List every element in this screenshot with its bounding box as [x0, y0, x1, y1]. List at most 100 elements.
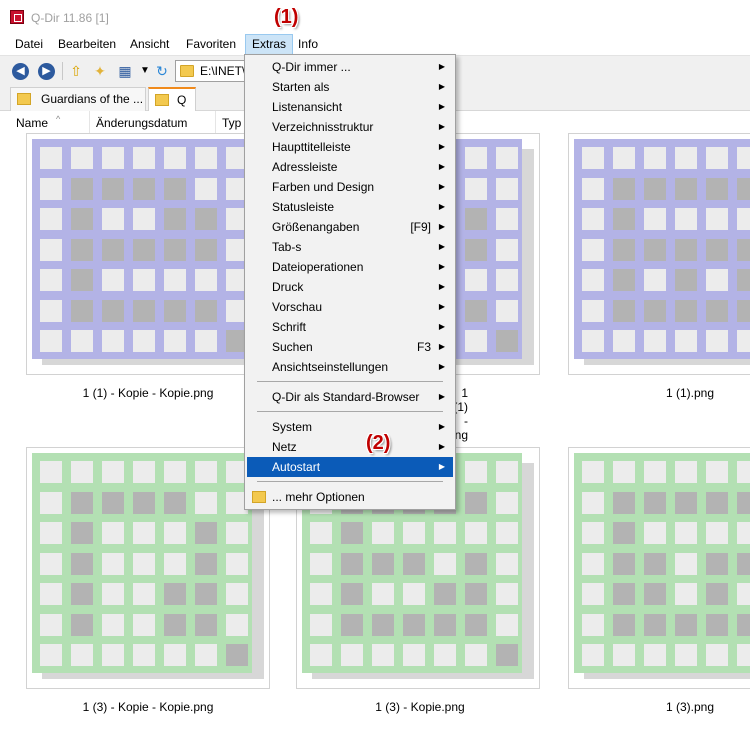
menu-item-druck[interactable]: Druck ▶: [247, 277, 453, 297]
image-cell: [195, 208, 217, 230]
image-cell: [675, 644, 697, 666]
image-cell: [372, 644, 394, 666]
image-cell: [226, 552, 248, 575]
image-cell: [496, 238, 518, 261]
file-name[interactable]: 1 (3) - Kopie.png: [300, 700, 540, 714]
menu-extras[interactable]: Extras: [245, 34, 294, 55]
image-cell: [226, 522, 248, 544]
image-cell: [644, 299, 666, 322]
image-cell: [40, 522, 62, 544]
menu-item-farben-und-design[interactable]: Farben und Design ▶: [247, 177, 453, 197]
image-preview: [32, 453, 252, 673]
image-cell: [613, 583, 635, 605]
view-mode-icon[interactable]: ▦: [116, 62, 134, 80]
image-cell: [341, 552, 363, 575]
menu-item-schrift[interactable]: Schrift ▶: [247, 317, 453, 337]
sort-ascending-icon: ^: [56, 114, 61, 124]
menu-bar: Datei Bearbeiten Ansicht Favoriten Extra…: [0, 34, 750, 55]
image-cell: [675, 522, 697, 544]
new-folder-icon[interactable]: ✦: [91, 62, 109, 80]
image-cell: [164, 552, 186, 575]
image-cell: [496, 147, 518, 169]
menu-item-autostart[interactable]: Autostart ▶: [247, 457, 453, 477]
menu-item-listenansicht[interactable]: Listenansicht ▶: [247, 97, 453, 117]
address-bar[interactable]: E:\INET\S: [175, 60, 255, 82]
image-cell: [706, 552, 728, 575]
image-cell: [195, 552, 217, 575]
column-name[interactable]: Name ^: [10, 111, 90, 135]
menu-item-tab-s[interactable]: Tab-s ▶: [247, 237, 453, 257]
file-thumbnail[interactable]: [568, 447, 750, 691]
image-cell: [706, 208, 728, 230]
menu-datei[interactable]: Datei: [9, 34, 49, 55]
view-dropdown-icon[interactable]: ▼: [136, 62, 154, 80]
menu-item-suchen[interactable]: Suchen F3 ▶: [247, 337, 453, 357]
menu-item-mehr-optionen[interactable]: ... mehr Optionen: [247, 487, 453, 507]
image-cell: [102, 330, 124, 352]
menu-item-label: Haupttitelleiste: [272, 140, 351, 154]
submenu-arrow-icon: ▶: [438, 62, 445, 71]
image-cell: [133, 147, 155, 169]
menu-item-system[interactable]: System ▶: [247, 417, 453, 437]
image-cell: [737, 461, 750, 483]
folder-icon: [155, 94, 169, 106]
menu-item-q-dir-als-standard-browser[interactable]: Q-Dir als Standard-Browser ▶: [247, 387, 453, 407]
tab-guardians[interactable]: Guardians of the ...: [10, 87, 146, 111]
image-cell: [164, 330, 186, 352]
tab-q[interactable]: Q: [148, 87, 196, 111]
tab-label: Q: [177, 93, 187, 107]
image-cell: [71, 491, 93, 514]
image-cell: [465, 583, 487, 605]
menu-item-q-dir-immer[interactable]: Q-Dir immer ... ▶: [247, 57, 453, 77]
menu-info[interactable]: Info: [292, 34, 324, 55]
refresh-icon[interactable]: ↻: [153, 62, 171, 80]
image-cell: [644, 208, 666, 230]
image-cell: [706, 522, 728, 544]
image-cell: [582, 299, 604, 322]
forward-icon[interactable]: ▶: [38, 63, 55, 80]
menu-item-haupttitelleiste[interactable]: Haupttitelleiste ▶: [247, 137, 453, 157]
menu-item-ansichtseinstellungen[interactable]: Ansichtseinstellungen ▶: [247, 357, 453, 377]
image-cell: [496, 208, 518, 230]
file-name[interactable]: 1 (3) - Kopie - Kopie.png: [28, 700, 268, 714]
menu-item-statusleiste[interactable]: Statusleiste ▶: [247, 197, 453, 217]
menu-item-starten-als[interactable]: Starten als ▶: [247, 77, 453, 97]
image-cell: [675, 461, 697, 483]
menu-item-verzeichnisstruktur[interactable]: Verzeichnisstruktur ▶: [247, 117, 453, 137]
column-date[interactable]: Änderungsdatum: [90, 111, 216, 135]
file-thumbnail[interactable]: [568, 133, 750, 377]
image-cell: [644, 644, 666, 666]
folder-icon: [252, 491, 266, 503]
file-name[interactable]: 1 (1) - Kopie - Kopie.png: [28, 386, 268, 400]
menu-favoriten[interactable]: Favoriten: [180, 34, 242, 55]
menu-item-netz[interactable]: Netz ▶: [247, 437, 453, 457]
image-cell: [706, 299, 728, 322]
image-cell: [195, 491, 217, 514]
image-cell: [737, 613, 750, 636]
image-cell: [737, 644, 750, 666]
image-cell: [195, 238, 217, 261]
image-cell: [133, 522, 155, 544]
image-cell: [226, 613, 248, 636]
menu-item-label: Tab-s: [272, 240, 302, 254]
menu-item-label: Q-Dir als Standard-Browser: [272, 390, 420, 404]
menu-item-vorschau[interactable]: Vorschau ▶: [247, 297, 453, 317]
file-thumbnail[interactable]: [26, 447, 276, 691]
menu-item-label: Netz: [272, 440, 297, 454]
image-cell: [644, 269, 666, 291]
menu-item-dateioperationen[interactable]: Dateioperationen ▶: [247, 257, 453, 277]
menu-ansicht[interactable]: Ansicht: [124, 34, 175, 55]
image-cell: [195, 330, 217, 352]
image-cell: [40, 583, 62, 605]
menu-item-größenangaben[interactable]: Größenangaben [F9] ▶: [247, 217, 453, 237]
folder-up-icon[interactable]: ⇧: [67, 62, 85, 80]
back-icon[interactable]: ◀: [12, 63, 29, 80]
image-cell: [164, 583, 186, 605]
file-name[interactable]: 1 (1).png: [570, 386, 750, 400]
file-thumbnail[interactable]: [26, 133, 276, 377]
menu-item-adressleiste[interactable]: Adressleiste ▶: [247, 157, 453, 177]
step-marker-1: (1): [274, 6, 299, 28]
menu-bearbeiten[interactable]: Bearbeiten: [52, 34, 122, 55]
file-name[interactable]: 1 (3).png: [570, 700, 750, 714]
image-cell: [102, 177, 124, 200]
